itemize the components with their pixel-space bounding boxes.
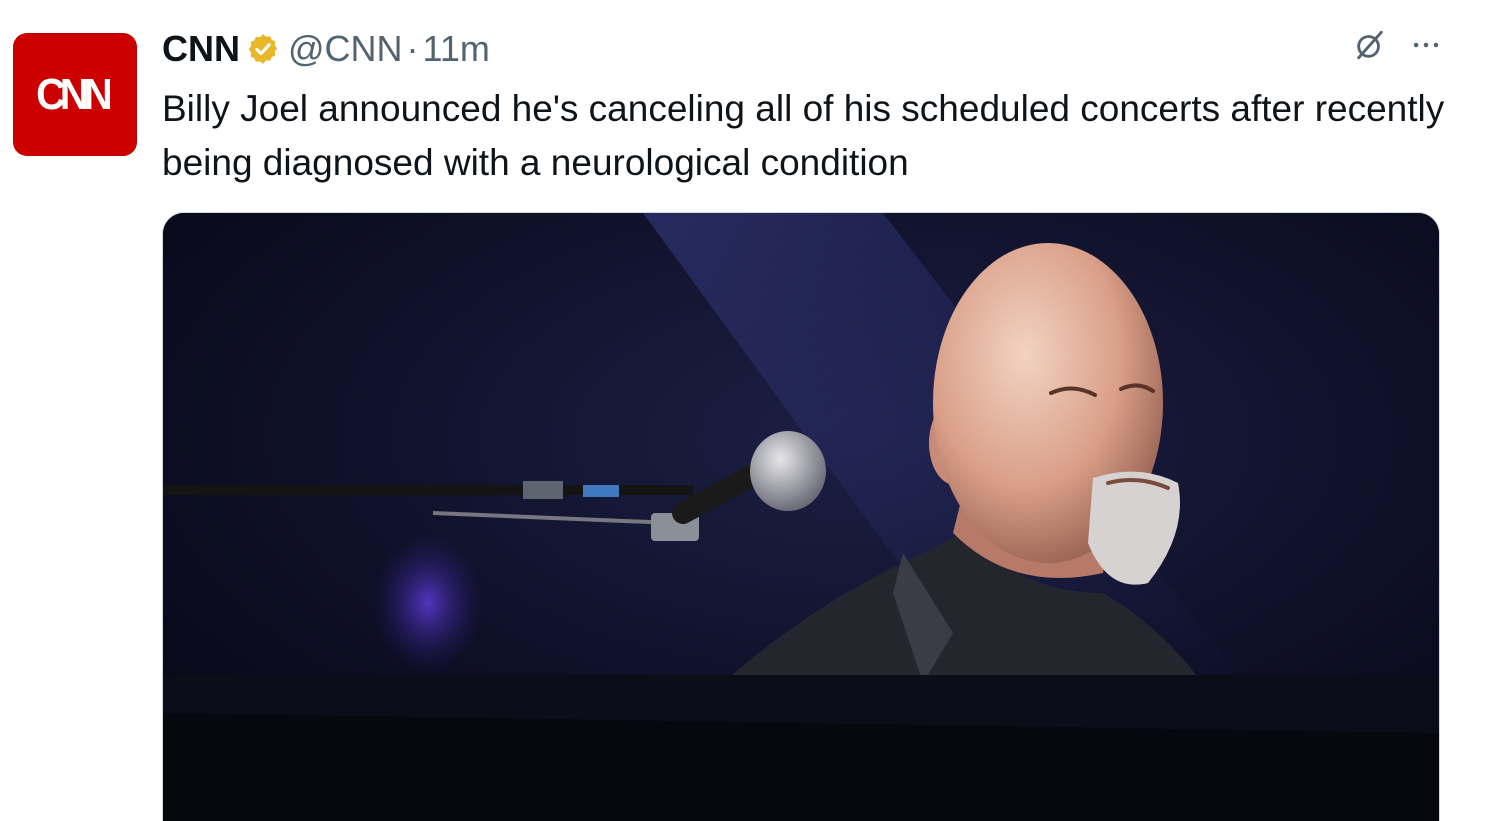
timestamp[interactable]: 11m [423,26,490,72]
tweet-actions-top [1353,28,1443,62]
cnn-logo: CNN [36,69,113,119]
more-options-icon[interactable] [1409,28,1443,62]
tweet-media-photo[interactable] [162,212,1440,821]
verified-badge-icon[interactable] [246,32,280,66]
concert-photo-illustration [163,213,1439,821]
grok-icon[interactable] [1353,28,1387,62]
avatar[interactable]: CNN [13,33,137,156]
user-handle[interactable]: @CNN [288,26,403,72]
tweet-card[interactable]: CNN CNN @CNN · 11m Billy Joel announced … [0,0,1511,821]
tweet-header: CNN @CNN · 11m [162,26,490,72]
tweet-text: Billy Joel announced he's canceling all … [162,88,1445,183]
separator-dot: · [406,28,419,69]
display-name[interactable]: CNN [162,26,240,72]
